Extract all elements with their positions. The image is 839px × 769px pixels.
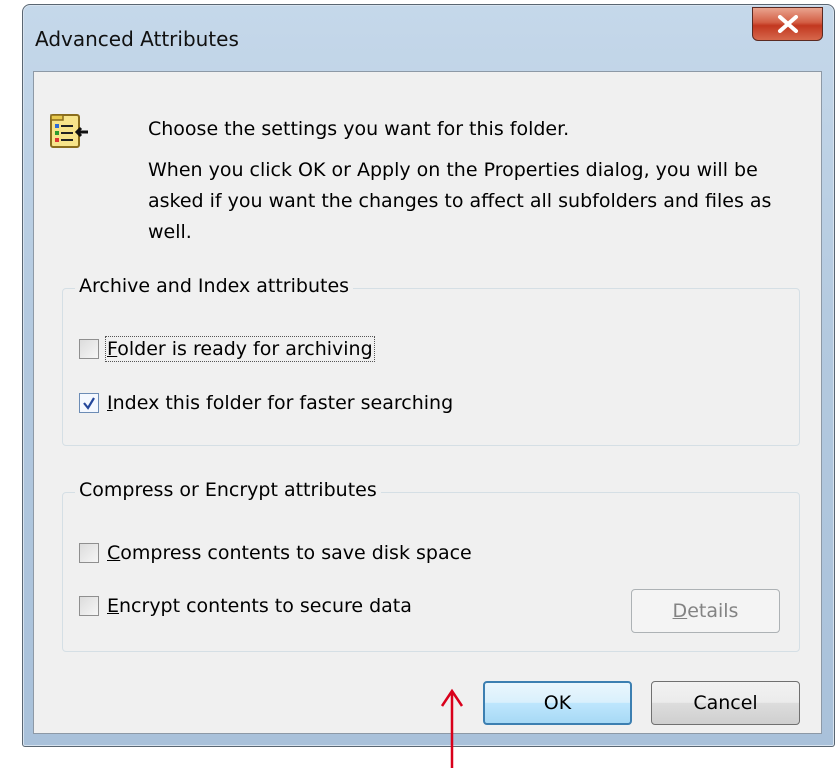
archive-checkbox[interactable] (79, 339, 99, 359)
dialog-body: Choose the settings you want for this fo… (33, 71, 822, 734)
intro-text: Choose the settings you want for this fo… (148, 114, 788, 248)
archive-index-legend: Archive and Index attributes (75, 275, 354, 297)
index-checkbox[interactable] (79, 393, 99, 413)
archive-checkbox-row[interactable]: Folder is ready for archiving (79, 336, 375, 362)
ok-button[interactable]: OK (483, 681, 632, 725)
annotation-arrow (440, 688, 464, 768)
intro-line-1: Choose the settings you want for this fo… (148, 118, 570, 140)
folder-attributes-icon (50, 114, 88, 148)
details-button[interactable]: Details (631, 589, 780, 633)
compress-checkbox[interactable] (79, 543, 99, 563)
close-button[interactable] (752, 7, 823, 41)
cancel-button[interactable]: Cancel (651, 681, 800, 725)
details-label: etails (687, 600, 739, 622)
checkmark-icon (83, 397, 95, 410)
compress-checkbox-row[interactable]: Compress contents to save disk space (79, 540, 472, 566)
details-hotkey: D (672, 600, 688, 622)
index-checkbox-row[interactable]: Index this folder for faster searching (79, 390, 453, 416)
encrypt-checkbox-row[interactable]: Encrypt contents to secure data (79, 593, 412, 619)
archive-index-group: Archive and Index attributes Folder is r… (62, 275, 800, 446)
advanced-attributes-dialog: Advanced Attributes Choose the settings … (22, 4, 835, 747)
encrypt-checkbox-label: Encrypt contents to secure data (107, 595, 412, 617)
intro-line-2: When you click OK or Apply on the Proper… (148, 159, 772, 243)
compress-checkbox-label: Compress contents to save disk space (107, 542, 472, 564)
index-checkbox-label: Index this folder for faster searching (107, 392, 454, 414)
compress-encrypt-group: Compress or Encrypt attributes Compress … (62, 479, 800, 652)
close-icon (778, 15, 798, 33)
compress-encrypt-legend: Compress or Encrypt attributes (75, 479, 381, 501)
window-title: Advanced Attributes (35, 27, 239, 51)
archive-checkbox-label: Folder is ready for archiving (105, 336, 375, 362)
encrypt-checkbox[interactable] (79, 596, 99, 616)
